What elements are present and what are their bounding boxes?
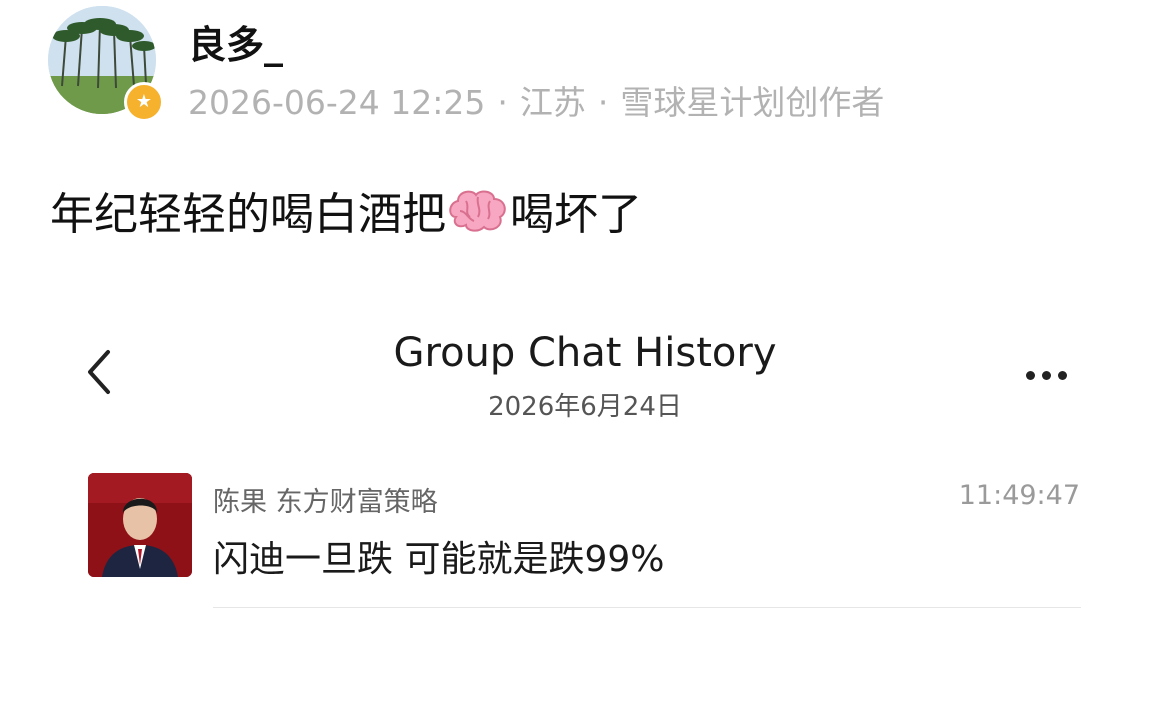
message-time: 11:49:47 <box>958 480 1080 511</box>
chat-history-title: Group Chat History <box>393 330 777 376</box>
username[interactable]: 良多_ <box>188 14 283 69</box>
sender-avatar[interactable] <box>88 473 192 577</box>
chat-history-date: 2026年6月24日 <box>488 392 682 422</box>
post-meta: 2026-06-24 12:25 · 江苏 · 雪球星计划创作者 <box>188 76 884 124</box>
message-divider <box>213 607 1081 608</box>
post-timestamp: 2026-06-24 12:25 <box>188 83 486 122</box>
message-text: 闪迪一旦跌 可能就是跌99% <box>213 539 665 580</box>
more-options-icon[interactable] <box>1026 365 1076 380</box>
verified-star-badge-icon: ★ <box>124 82 164 122</box>
meta-separator: · <box>597 83 609 122</box>
post-text: 年纪轻轻的喝白酒把 喝坏了 <box>50 178 642 242</box>
brain-emoji-icon <box>446 187 510 235</box>
creator-badge-label: 雪球星计划创作者 <box>620 83 885 122</box>
post-text-part-2: 喝坏了 <box>510 189 642 240</box>
meta-separator: · <box>497 83 508 122</box>
message-sender: 陈果 东方财富策略 <box>213 487 438 518</box>
post-text-part-1: 年纪轻轻的喝白酒把 <box>50 189 446 240</box>
post-location: 江苏 <box>519 83 586 122</box>
